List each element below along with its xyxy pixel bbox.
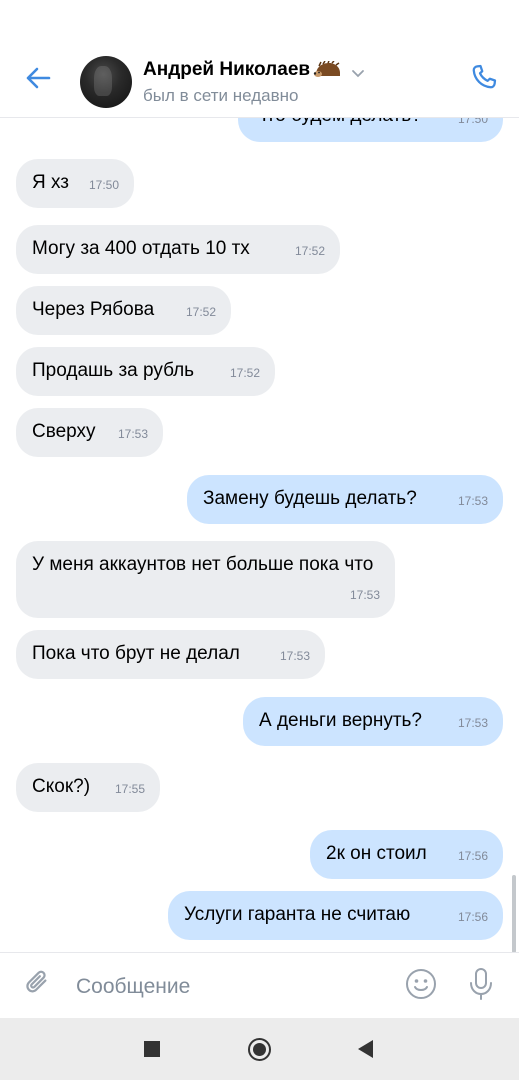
contact-status: был в сети недавно [143, 86, 299, 105]
message-time: 17:52 [185, 305, 216, 319]
message-incoming[interactable]: Скок?) 17:55 [16, 763, 160, 812]
scrollbar[interactable] [512, 875, 516, 952]
message-time: 17:53 [279, 649, 310, 663]
message-text: А деньги вернуть? [259, 710, 422, 731]
avatar[interactable] [80, 56, 132, 108]
message-incoming[interactable]: Сверху 17:53 [16, 408, 163, 457]
message-time: 17:53 [349, 588, 380, 602]
message-time: 17:53 [457, 716, 488, 730]
message-text: Могу за 400 отдать 10 тх [32, 238, 250, 259]
contact-name: Андрей Николаев [143, 59, 311, 80]
message-text: Я хз [32, 172, 69, 193]
system-back-button[interactable] [358, 1040, 373, 1058]
chat-header: Андрей Николаев был в сети недавно [0, 0, 519, 118]
emoji-button[interactable] [403, 968, 439, 1004]
message-time: 17:53 [457, 494, 488, 508]
message-incoming[interactable]: Через Рябова 17:52 [16, 286, 231, 335]
paperclip-icon [23, 967, 53, 1004]
message-input[interactable] [76, 971, 376, 1003]
smiley-icon [404, 967, 438, 1006]
message-text: 2к он стоил [326, 843, 427, 864]
contact-name-row[interactable]: Андрей Николаев [143, 58, 365, 82]
message-incoming[interactable]: У меня аккаунтов нет больше пока что 17:… [16, 541, 395, 618]
arrow-left-icon [25, 67, 51, 94]
message-time: 17:52 [294, 244, 325, 258]
phone-icon [469, 62, 499, 97]
message-text: Пока что брут не делал [32, 643, 240, 664]
recent-apps-button[interactable] [144, 1041, 160, 1057]
message-outgoing[interactable]: 2к он стоил 17:56 [310, 830, 503, 879]
hedgehog-emoji-icon [313, 60, 343, 79]
message-composer [0, 952, 519, 1018]
message-time: 17:56 [457, 849, 488, 863]
message-outgoing[interactable]: А деньги вернуть? 17:53 [243, 697, 503, 746]
message-time: 17:50 [88, 178, 119, 192]
message-text: Замену будешь делать? [203, 488, 417, 509]
chevron-down-icon [351, 65, 365, 78]
message-time: 17:56 [457, 910, 488, 924]
message-text: Сверху [32, 421, 96, 442]
system-navigation-bar [0, 1018, 519, 1080]
home-button[interactable] [248, 1038, 271, 1061]
voice-message-button[interactable] [463, 966, 499, 1006]
message-time: 17:55 [114, 782, 145, 796]
back-button[interactable] [18, 60, 58, 100]
attach-button[interactable] [20, 967, 56, 1003]
message-outgoing[interactable]: Замену будешь делать? 17:53 [187, 475, 503, 524]
message-text: Скок?) [32, 776, 91, 797]
message-time: 17:52 [229, 366, 260, 380]
message-outgoing[interactable]: Услуги гаранта не считаю 17:56 [168, 891, 503, 940]
call-button[interactable] [467, 62, 501, 96]
message-text: У меня аккаунтов нет больше пока что [32, 554, 374, 575]
message-incoming[interactable]: Могу за 400 отдать 10 тх 17:52 [16, 225, 340, 274]
message-text: Услуги гаранта не считаю [184, 904, 411, 925]
message-incoming[interactable]: Продашь за рубль 17:52 [16, 347, 275, 396]
message-time: 17:53 [117, 427, 148, 441]
microphone-icon [466, 966, 496, 1007]
message-incoming[interactable]: Пока что брут не делал 17:53 [16, 630, 325, 679]
message-incoming[interactable]: Я хз 17:50 [16, 159, 134, 208]
message-text: Продашь за рубль [32, 360, 195, 381]
message-list[interactable]: Что будем делать? 17:50 Я хз 17:50 Могу … [0, 0, 519, 952]
message-text: Через Рябова [32, 299, 155, 320]
